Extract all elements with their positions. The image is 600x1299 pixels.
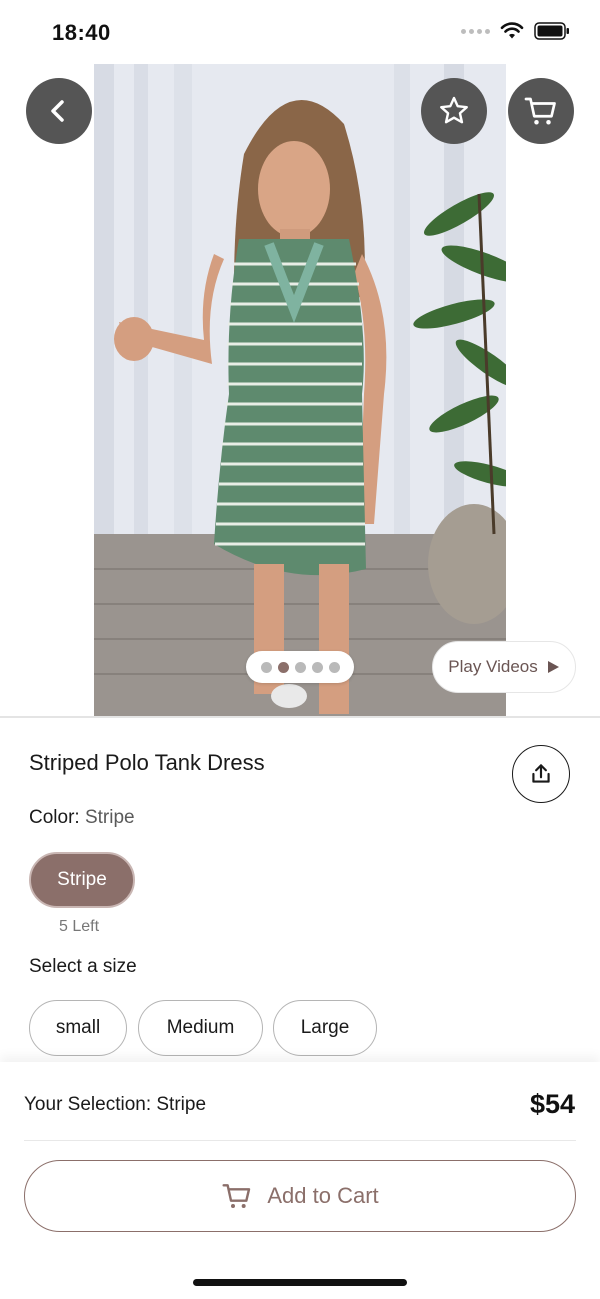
signal-icon xyxy=(461,28,490,34)
color-value: Stripe xyxy=(84,807,135,828)
size-option-small[interactable]: small xyxy=(29,1000,127,1056)
pager-dot[interactable] xyxy=(277,661,289,673)
share-icon xyxy=(532,764,550,783)
status-icons xyxy=(461,22,570,40)
product-title: Striped Polo Tank Dress xyxy=(29,750,265,775)
pager-dot[interactable] xyxy=(260,661,272,673)
product-photo[interactable] xyxy=(94,64,506,716)
back-button[interactable] xyxy=(26,78,92,144)
share-button[interactable] xyxy=(512,745,570,803)
star-icon xyxy=(440,96,468,124)
checkout-panel: Your Selection: Stripe $54 Add to Cart xyxy=(0,1062,600,1299)
divider xyxy=(0,716,600,718)
cart-button[interactable] xyxy=(508,78,574,144)
color-prefix: Color: xyxy=(29,807,85,828)
divider xyxy=(24,1140,576,1141)
size-prompt: Select a size xyxy=(29,956,137,977)
pager-dot[interactable] xyxy=(311,661,323,673)
image-pager[interactable] xyxy=(246,651,354,683)
color-line: Color: Stripe xyxy=(29,807,135,829)
pager-dot[interactable] xyxy=(294,661,306,673)
add-to-cart-label: Add to Cart xyxy=(267,1183,379,1208)
selection-summary: Your Selection: Stripe xyxy=(24,1094,207,1115)
color-swatch-stripe[interactable]: Stripe xyxy=(29,852,135,908)
chevron-left-icon xyxy=(51,100,64,122)
cart-icon xyxy=(524,97,556,125)
status-bar: 18:40 xyxy=(0,0,600,64)
wifi-icon xyxy=(500,22,524,39)
price: $54 xyxy=(529,1089,575,1119)
cart-icon xyxy=(222,1184,251,1208)
add-to-cart-button[interactable]: Add to Cart xyxy=(24,1160,576,1232)
play-videos-button[interactable]: Play Videos xyxy=(432,641,576,693)
pager-dot[interactable] xyxy=(328,661,340,673)
status-time: 18:40 xyxy=(52,20,111,45)
battery-icon xyxy=(534,22,569,40)
home-indicator[interactable] xyxy=(193,1279,407,1286)
play-icon xyxy=(547,661,559,673)
favorite-button[interactable] xyxy=(421,78,487,144)
play-videos-label: Play Videos xyxy=(448,657,538,676)
size-option-large[interactable]: Large xyxy=(273,1000,377,1056)
size-option-medium[interactable]: Medium xyxy=(138,1000,263,1056)
stock-count: 5 Left xyxy=(59,918,100,935)
